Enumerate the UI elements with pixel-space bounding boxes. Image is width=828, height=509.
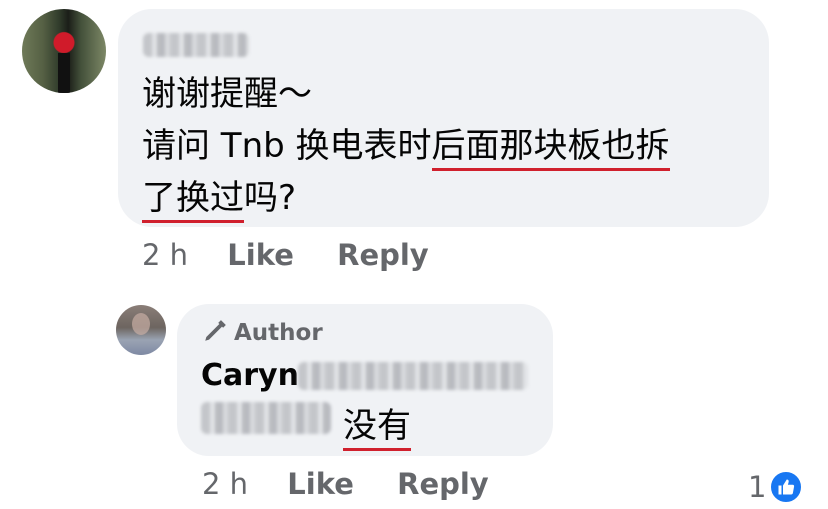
commenter-name-redacted[interactable] [143, 33, 249, 57]
like-button[interactable]: Like [227, 238, 294, 272]
comment-underlined-phrase: 后面那块板也拆 [431, 126, 670, 171]
thumbs-up-icon [769, 470, 804, 504]
comment-underlined-phrase-2: 了换过 [142, 178, 244, 223]
commenter-avatar[interactable] [22, 9, 106, 93]
comment-actions: 2 h Like Reply [142, 238, 429, 272]
mention-redacted[interactable] [201, 402, 331, 434]
reply-timestamp[interactable]: 2 h [202, 467, 248, 501]
reply-underlined-text: 没有 [343, 406, 411, 451]
author-badge-label: Author [234, 320, 323, 346]
comment-line-3: 了换过吗? [142, 172, 762, 224]
reaction-count: 1 [748, 470, 767, 504]
reply-reply-button[interactable]: Reply [397, 467, 489, 501]
reply-text: 没有 [343, 398, 411, 451]
reply-button[interactable]: Reply [337, 238, 429, 272]
comment-text: 谢谢提醒～ 请问 Tnb 换电表时后面那块板也拆 了换过吗? [142, 68, 762, 224]
reply-like-button[interactable]: Like [287, 467, 354, 501]
comment-timestamp[interactable]: 2 h [142, 238, 188, 272]
comment-line-2: 请问 Tnb 换电表时后面那块板也拆 [142, 120, 762, 172]
reply-author-name[interactable]: Caryn [201, 358, 299, 393]
reaction-summary[interactable]: 1 [748, 468, 804, 504]
pencil-icon [205, 320, 226, 341]
reply-actions: 2 h Like Reply [202, 467, 489, 501]
reply-author-surname-redacted[interactable] [298, 362, 528, 390]
comment-line-2-plain: 请问 Tnb 换电表时 [142, 126, 432, 166]
author-badge: Author [202, 318, 323, 346]
reply-author-avatar[interactable] [116, 305, 166, 355]
comment-line-3-plain: 吗? [244, 178, 297, 218]
comment-line-1: 谢谢提醒～ [142, 74, 312, 114]
